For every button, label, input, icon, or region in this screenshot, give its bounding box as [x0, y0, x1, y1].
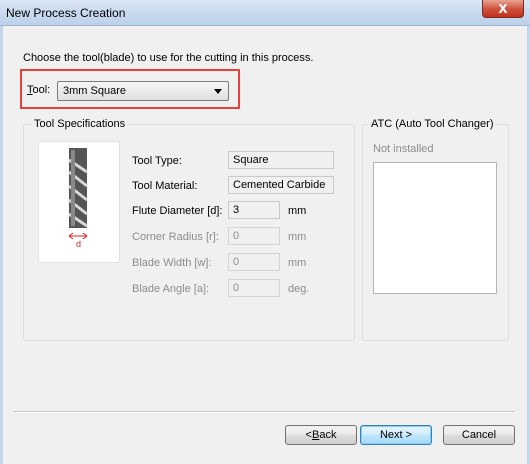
tool-label: Tool:	[27, 84, 51, 96]
tool-specifications-group: Tool Specifications d Tool Type: Square …	[23, 118, 355, 341]
atc-status: Not installed	[373, 143, 434, 155]
corner-radius-unit: mm	[288, 231, 307, 243]
tool-type-label: Tool Type:	[132, 155, 182, 167]
flute-diameter-label: Flute Diameter [d]:	[132, 205, 223, 217]
blade-angle-unit: deg.	[288, 283, 310, 295]
next-button[interactable]: Next >	[360, 425, 432, 445]
tool-type-value: Square	[228, 151, 334, 169]
tool-material-value: Cemented Carbide	[228, 176, 334, 194]
end-mill-icon: d	[68, 148, 88, 249]
instruction-text: Choose the tool(blade) to use for the cu…	[23, 52, 314, 64]
blade-angle-label: Blade Angle [a]:	[132, 283, 210, 295]
chevron-down-icon	[214, 89, 222, 94]
flute-diameter-value: 3	[228, 201, 280, 219]
atc-group: ATC (Auto Tool Changer) Not installed	[362, 118, 509, 341]
title-bar: New Process Creation X	[0, 0, 530, 26]
close-icon: X	[498, 1, 508, 16]
corner-radius-label: Corner Radius [r]:	[132, 231, 219, 243]
close-button[interactable]: X	[482, 0, 524, 18]
back-button[interactable]: < Back	[285, 425, 357, 445]
window-title: New Process Creation	[6, 6, 126, 20]
blade-width-value: 0	[228, 253, 280, 271]
cancel-button[interactable]: Cancel	[443, 425, 515, 445]
tool-image: d	[38, 141, 120, 263]
button-separator	[13, 411, 515, 413]
flute-diameter-unit: mm	[288, 205, 307, 217]
dialog-client: Choose the tool(blade) to use for the cu…	[3, 26, 527, 464]
atc-list	[373, 162, 497, 294]
atc-title: ATC (Auto Tool Changer)	[369, 118, 496, 130]
corner-radius-value: 0	[228, 227, 280, 245]
blade-width-unit: mm	[288, 257, 307, 269]
blade-width-label: Blade Width [w]:	[132, 257, 212, 269]
tool-specifications-title: Tool Specifications	[32, 118, 128, 130]
tool-material-label: Tool Material:	[132, 180, 198, 192]
diameter-label: d	[76, 239, 81, 249]
blade-angle-value: 0	[228, 279, 280, 297]
tool-dropdown[interactable]: 3mm Square	[57, 81, 229, 101]
tool-dropdown-value: 3mm Square	[63, 85, 126, 97]
